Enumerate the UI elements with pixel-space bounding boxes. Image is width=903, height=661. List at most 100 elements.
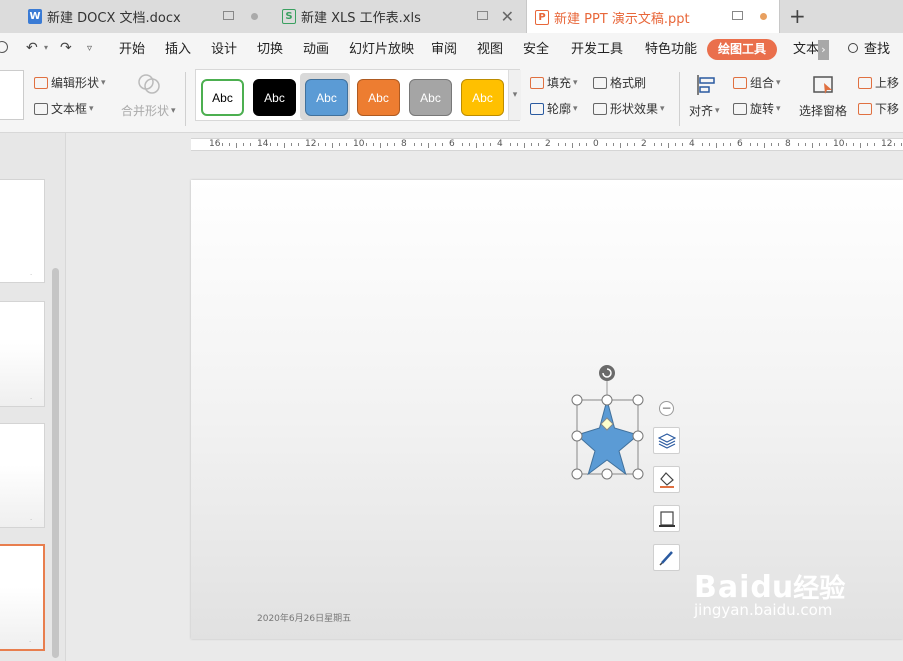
menu-insert[interactable]: 插入	[165, 33, 191, 66]
align-label: 对齐	[689, 104, 714, 118]
ruler-label: 4	[497, 139, 503, 149]
ruler-tick	[270, 143, 271, 146]
ruler-label: 6	[449, 139, 455, 149]
shape-gallery-scroller[interactable]	[0, 70, 24, 120]
ruler-tick	[277, 143, 278, 146]
style-swatch-white[interactable]: Abc	[201, 79, 244, 116]
window-icon[interactable]	[223, 11, 234, 20]
edit-shape-label: 编辑形状	[51, 76, 100, 90]
tab-xls[interactable]: S 新建 XLS 工作表.xls ✕	[274, 0, 524, 33]
shape-effects-button[interactable]: 形状效果 ▾	[593, 100, 665, 117]
menu-more-button[interactable]: ›	[818, 40, 829, 60]
ruler-tick	[236, 143, 237, 148]
ruler-tick	[826, 143, 827, 146]
baidu-watermark: Baidu经验 jingyan.baidu.com	[694, 568, 845, 619]
ruler-tick	[654, 143, 655, 146]
ruler-tick	[435, 143, 436, 146]
group-button[interactable]: 组合 ▾	[733, 74, 781, 91]
text-box-button[interactable]: 文本框 ▾	[34, 100, 94, 117]
ruler-tick	[421, 143, 422, 146]
menu-drawing-tools[interactable]: 绘图工具	[707, 39, 777, 60]
ruler-tick	[682, 143, 683, 146]
slide-thumbnail-selected[interactable]: ·	[0, 544, 45, 651]
shape-effects-label: 形状效果	[610, 102, 659, 116]
menu-view[interactable]: 视图	[477, 33, 503, 66]
slide-thumbnail[interactable]: ·	[0, 179, 45, 283]
ruler-label: 16	[209, 139, 221, 149]
menu-developer[interactable]: 开发工具	[571, 33, 623, 66]
menu-transition[interactable]: 切换	[257, 33, 283, 66]
outline-button-floating[interactable]	[653, 505, 680, 532]
menu-animation[interactable]: 动画	[303, 33, 329, 66]
ruler-tick	[250, 143, 251, 146]
fill-button-floating[interactable]	[653, 466, 680, 493]
undo-icon[interactable]: ↶	[26, 40, 38, 56]
ribbon-divider	[679, 72, 680, 126]
merge-shape-button[interactable]: 合并形状 ▾	[121, 102, 176, 119]
rotate-handle-icon[interactable]	[599, 365, 615, 381]
ribbon-divider	[185, 72, 186, 126]
minus-icon[interactable]: −	[659, 401, 674, 416]
star-shape[interactable]	[565, 360, 655, 485]
ruler-label: 12	[305, 139, 317, 149]
menu-slideshow[interactable]: 幻灯片放映	[349, 33, 414, 66]
menu-security[interactable]: 安全	[523, 33, 549, 66]
rotate-button[interactable]: 旋转 ▾	[733, 100, 781, 117]
ruler-tick	[394, 143, 395, 146]
undo-dropdown-icon[interactable]: ▾	[44, 43, 48, 52]
menu-features[interactable]: 特色功能	[645, 33, 697, 66]
ruler-tick	[812, 143, 813, 148]
tab-docx[interactable]: W 新建 DOCX 文档.docx	[20, 0, 270, 33]
ruler-tick	[380, 143, 381, 148]
ruler-tick	[586, 143, 587, 146]
shape-effects-icon	[593, 102, 607, 115]
customize-icon[interactable]: ▿	[87, 43, 92, 54]
close-icon[interactable]: ✕	[501, 7, 514, 26]
window-icon[interactable]	[477, 11, 488, 20]
style-gallery-more-icon[interactable]: ▾	[508, 70, 521, 120]
new-tab-button[interactable]: +	[789, 4, 806, 28]
menu-home[interactable]: 开始	[119, 33, 145, 66]
fill-button[interactable]: 填充 ▾	[530, 74, 578, 91]
style-swatch-black[interactable]: Abc	[253, 79, 296, 116]
pen-button[interactable]	[653, 544, 680, 571]
style-swatch-gold[interactable]: Abc	[461, 79, 504, 116]
ruler-tick	[325, 143, 326, 146]
style-swatch-gray[interactable]: Abc	[409, 79, 452, 116]
ruler-tick	[853, 143, 854, 146]
menu-bar: ↶ ▾ ↷ ▿ 开始 插入 设计 切换 动画 幻灯片放映 审阅 视图 安全 开发…	[0, 33, 903, 66]
send-backward-button[interactable]: 下移	[858, 100, 899, 117]
align-button[interactable]: 对齐 ▾	[689, 102, 720, 119]
ruler-tick	[778, 143, 779, 146]
search-icon[interactable]	[848, 43, 858, 53]
slide-date-placeholder[interactable]: 2020年6月26日星期五	[257, 611, 351, 624]
ruler-tick	[469, 143, 470, 146]
ruler-tick	[517, 143, 518, 146]
menu-review[interactable]: 审阅	[431, 33, 457, 66]
ruler-tick	[634, 143, 635, 146]
menu-text[interactable]: 文本	[793, 33, 819, 66]
ruler-tick	[757, 143, 758, 146]
thumbnail-scrollbar[interactable]	[52, 268, 59, 658]
ruler-tick	[366, 143, 367, 146]
layers-button[interactable]	[653, 427, 680, 454]
bring-forward-button[interactable]: 上移	[858, 74, 899, 91]
format-painter-button[interactable]: 格式刷	[593, 74, 646, 91]
tab-ppt[interactable]: P 新建 PPT 演示文稿.ppt	[526, 0, 780, 34]
search-label[interactable]: 查找	[864, 33, 890, 66]
redo-icon[interactable]: ↷	[60, 40, 72, 56]
style-swatch-orange[interactable]: Abc	[357, 79, 400, 116]
preview-icon[interactable]	[0, 41, 8, 53]
window-icon[interactable]	[732, 11, 743, 20]
rotate-icon	[733, 102, 747, 115]
ruler-tick	[510, 143, 511, 146]
menu-design[interactable]: 设计	[211, 33, 237, 66]
ruler-tick	[846, 143, 847, 146]
style-swatch-blue[interactable]: Abc	[305, 79, 348, 116]
edit-shape-button[interactable]: 编辑形状 ▾	[34, 74, 106, 91]
slide-thumbnail[interactable]: ·	[0, 423, 45, 528]
outline-button[interactable]: 轮廓 ▾	[530, 100, 578, 117]
thumbnail-mark: ·	[29, 639, 31, 646]
selection-pane-button[interactable]: 选择窗格	[799, 102, 847, 119]
slide-thumbnail[interactable]: ·	[0, 301, 45, 407]
